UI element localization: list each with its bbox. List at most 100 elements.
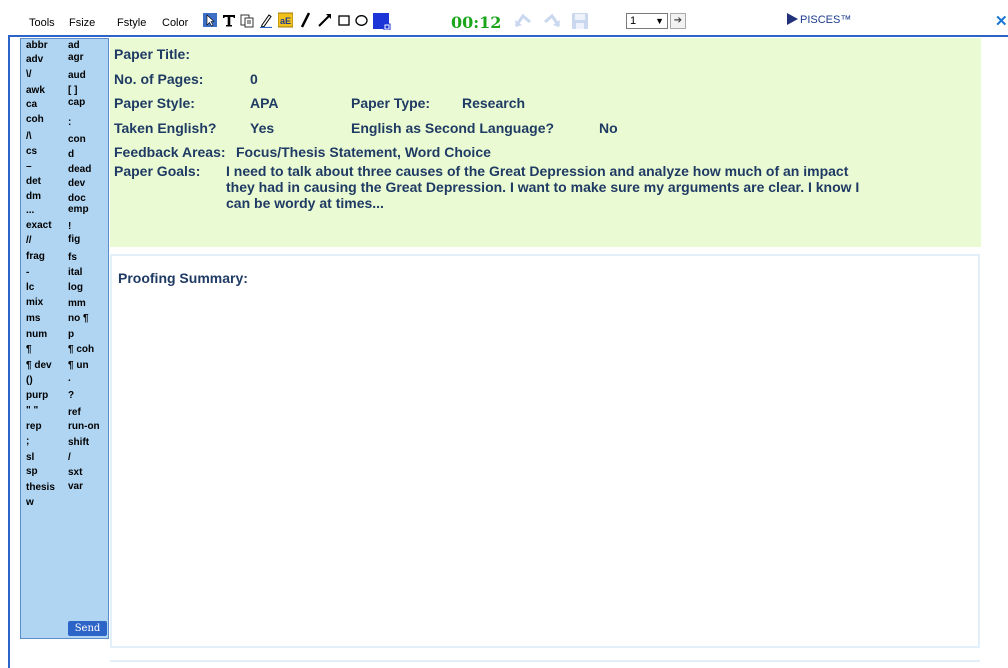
esl-value: No [599,120,618,136]
code-item[interactable]: ... [26,205,34,217]
brand-name: PISCES™ [800,14,852,26]
close-icon[interactable]: ✕ [995,12,1008,30]
code-item[interactable]: . [68,373,71,385]
code-item[interactable]: aud [68,70,86,82]
code-item[interactable]: no ¶ [68,313,89,325]
code-item[interactable]: emp [68,204,89,216]
code-item[interactable]: purp [26,390,48,402]
pages-value: 0 [250,71,258,87]
select-arrow-icon[interactable] [203,12,217,28]
code-item[interactable]: d [68,149,74,161]
code-item[interactable]: exact [26,220,52,232]
taken-english-label: Taken English? [114,120,217,136]
paste-icon[interactable] [240,12,254,28]
code-item[interactable]: sp [26,466,38,478]
code-item[interactable]: dm [26,191,41,203]
frame-border [8,37,10,668]
code-item[interactable]: / [68,452,71,464]
code-item[interactable]: [ ] [68,85,77,97]
code-item[interactable]: lc [26,282,34,294]
code-item[interactable]: thesis [26,482,55,494]
code-item[interactable]: w [26,497,34,509]
code-item[interactable]: sxt [68,467,82,479]
code-item[interactable]: " " [26,405,38,417]
code-item[interactable]: run-on [68,421,100,433]
esl-label: English as Second Language? [351,120,555,136]
code-item[interactable]: num [26,329,47,341]
paper-type-value: Research [462,95,526,111]
code-item[interactable]: agr [68,52,84,64]
code-item[interactable]: ms [26,313,40,325]
code-item[interactable]: fig [68,234,80,246]
code-item[interactable]: dev [68,178,85,190]
code-item[interactable]: cs [26,146,37,158]
proofing-summary-panel[interactable]: Proofing Summary: [110,254,980,648]
send-button[interactable]: Send [68,621,107,636]
code-item[interactable]: sl [26,452,34,464]
code-item[interactable]: adv [26,54,43,66]
fsize-menu[interactable]: Fsize [69,17,95,29]
code-item[interactable]: ad [68,40,80,52]
code-item[interactable]: dead [68,164,91,176]
code-item[interactable]: var [68,481,83,493]
color-menu[interactable]: Color [162,17,188,29]
code-item[interactable]: shift [68,437,89,449]
code-item[interactable]: ¶ coh [68,344,94,356]
undo-icon[interactable] [513,12,535,30]
paper-title-label: Paper Title: [114,46,190,62]
paper-style-label: Paper Style: [114,95,195,111]
code-item[interactable]: fs [68,252,77,264]
code-item[interactable]: ¶ dev [26,360,52,372]
taken-english-value: Yes [250,120,275,136]
code-item[interactable]: coh [26,114,44,126]
code-item[interactable]: mix [26,297,43,309]
code-item[interactable]: con [68,134,86,146]
redo-icon[interactable] [540,12,562,30]
code-item[interactable]: - [26,267,29,279]
color-swatch-icon[interactable] [373,12,391,30]
rectangle-icon[interactable] [337,12,351,28]
code-item[interactable]: \/ [26,69,32,81]
code-item[interactable]: ca [26,99,37,111]
save-icon[interactable] [571,12,589,30]
code-item[interactable]: abbr [26,40,48,52]
ellipse-icon[interactable] [354,12,369,28]
text-tool-icon[interactable] [222,12,236,28]
code-item[interactable]: () [26,375,33,387]
code-item[interactable]: /\ [26,131,32,143]
paper-goals-value: I need to talk about three causes of the… [226,163,860,211]
code-item[interactable]: awk [26,85,45,97]
pencil-icon[interactable] [259,12,273,28]
code-item[interactable]: det [26,176,41,188]
arrow-line-icon[interactable] [317,12,333,28]
paper-type-label: Paper Type: [351,95,431,111]
code-item[interactable]: ? [68,390,74,402]
line-tool-icon[interactable] [299,12,313,28]
code-item[interactable]: p [68,329,74,341]
tools-menu[interactable]: Tools [29,17,55,29]
toolbar-divider [8,35,1008,37]
chevron-down-icon: ▼ [655,16,664,26]
code-item[interactable]: : [68,117,71,129]
fstyle-menu[interactable]: Fstyle [117,17,146,29]
code-item[interactable]: mm [68,298,86,310]
code-item[interactable]: cap [68,97,85,109]
pisces-logo-icon [787,13,798,25]
code-item[interactable]: ¶ un [68,360,89,372]
code-item[interactable]: // [26,235,32,247]
highlight-icon[interactable]: aE [278,12,293,28]
code-item[interactable]: frag [26,251,45,263]
code-item[interactable]: ; [26,436,29,448]
code-item[interactable]: rep [26,421,42,433]
code-item[interactable]: ¶ [26,344,32,356]
page-select[interactable]: 1 ▼ [626,13,668,29]
arrow-right-icon: ➔ [673,15,683,26]
code-item[interactable]: log [68,282,83,294]
code-item[interactable]: ! [68,221,71,233]
page-go-button[interactable]: ➔ [670,13,686,29]
code-item[interactable]: ital [68,267,82,279]
code-item[interactable]: – [26,161,32,173]
feedback-areas-value: Focus/Thesis Statement, Word Choice [236,144,491,160]
toolbar: Tools Fsize Fstyle Color aE 00:12 1 ▼ ➔ … [0,0,1008,37]
code-item[interactable]: ref [68,407,81,419]
